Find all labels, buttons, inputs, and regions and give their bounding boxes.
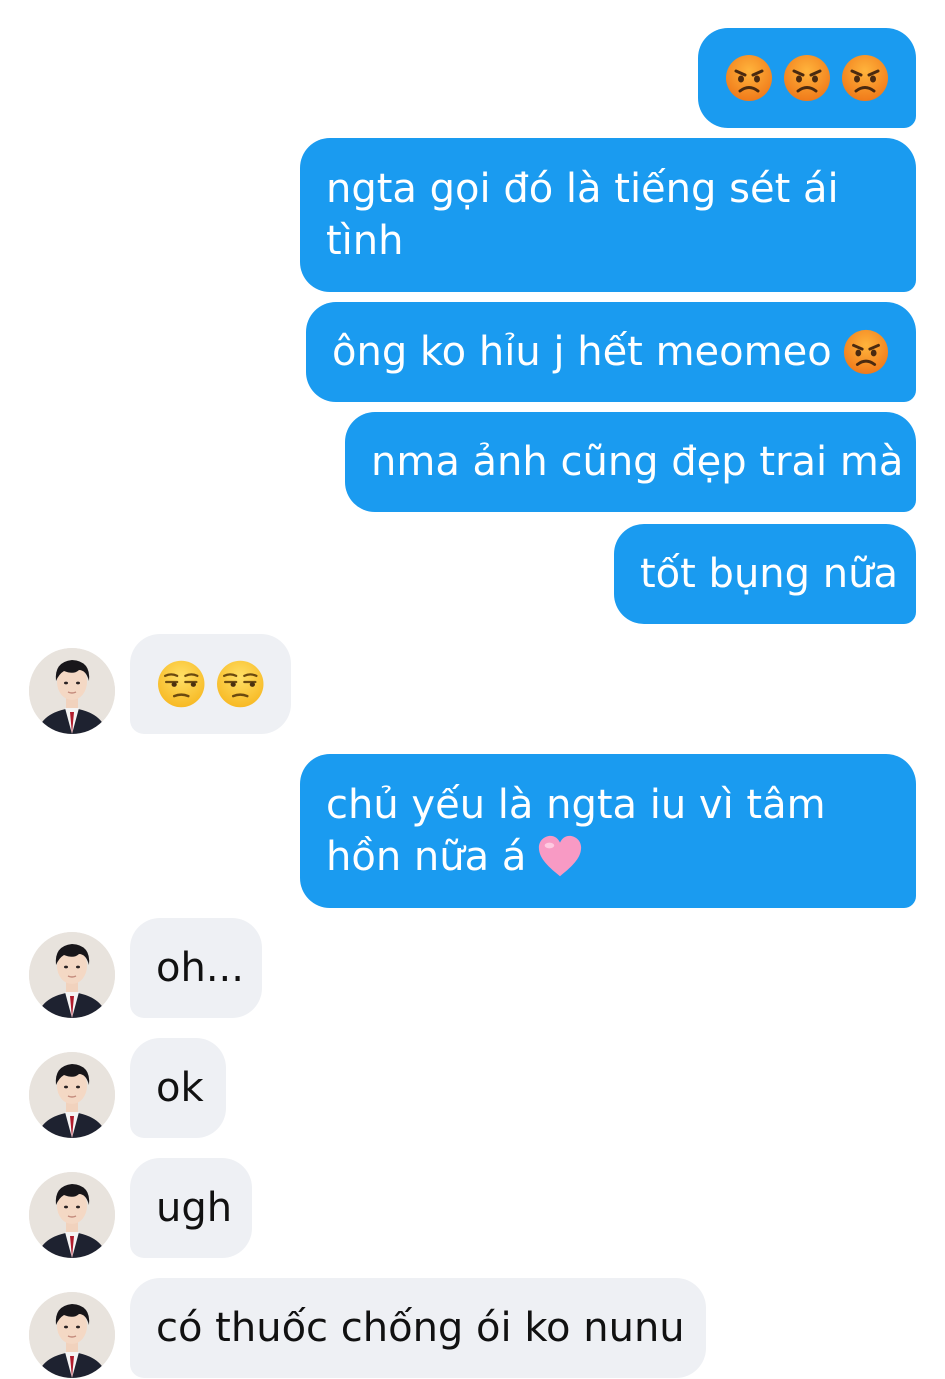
message-bubble-outgoing[interactable]: [698, 28, 916, 128]
angry-face-icon: [724, 53, 774, 103]
avatar[interactable]: [29, 648, 115, 734]
message-text-line: hồn nữa á: [326, 831, 890, 883]
unamused-face-icon: [215, 658, 266, 710]
unamused-face-icon: [156, 658, 207, 710]
message-bubble-outgoing[interactable]: nma ảnh cũng đẹp trai mà: [345, 412, 916, 512]
message-bubble-incoming[interactable]: [130, 634, 291, 734]
message-text: chủ yếu là ngta iu vì tâm: [326, 782, 826, 828]
message-bubble-outgoing[interactable]: ông ko hỉu j hết meomeo: [306, 302, 916, 402]
message-bubble-incoming[interactable]: có thuốc chống ói ko nunu: [130, 1278, 706, 1378]
message-text: có thuốc chống ói ko nunu: [156, 1305, 685, 1351]
avatar-photo-icon: [29, 1292, 115, 1378]
avatar[interactable]: [29, 932, 115, 1018]
message-text: oh...: [156, 945, 244, 991]
angry-face-icon: [782, 53, 832, 103]
message-bubble-outgoing[interactable]: chủ yếu là ngta iu vì tâm hồn nữa á: [300, 754, 916, 908]
message-text: tình: [326, 218, 404, 264]
message-bubble-incoming[interactable]: oh...: [130, 918, 262, 1018]
message-text: hồn nữa á: [326, 834, 527, 880]
message-bubble-incoming[interactable]: ugh: [130, 1158, 252, 1258]
message-text: tốt bụng nữa: [640, 551, 898, 597]
avatar-photo-icon: [29, 648, 115, 734]
message-text: ugh: [156, 1185, 233, 1231]
avatar[interactable]: [29, 1172, 115, 1258]
message-text: ông ko hỉu j hết meomeo: [332, 329, 832, 375]
chat-thread: ngta gọi đó là tiếng sét ái tình ông ko …: [0, 0, 945, 1379]
avatar-photo-icon: [29, 1172, 115, 1258]
message-text: ngta gọi đó là tiếng sét ái: [326, 166, 839, 212]
avatar[interactable]: [29, 1292, 115, 1378]
avatar-photo-icon: [29, 1052, 115, 1138]
message-bubble-incoming[interactable]: ok: [130, 1038, 226, 1138]
emoji-row: [156, 658, 265, 710]
pink-heart-icon: [536, 833, 584, 881]
angry-face-icon: [842, 328, 890, 376]
avatar-photo-icon: [29, 932, 115, 1018]
message-bubble-outgoing[interactable]: ngta gọi đó là tiếng sét ái tình: [300, 138, 916, 292]
message-text: nma ảnh cũng đẹp trai mà: [371, 439, 904, 485]
message-text: ok: [156, 1065, 204, 1111]
emoji-row: [724, 53, 890, 103]
avatar[interactable]: [29, 1052, 115, 1138]
angry-face-icon: [840, 53, 890, 103]
message-bubble-outgoing[interactable]: tốt bụng nữa: [614, 524, 916, 624]
